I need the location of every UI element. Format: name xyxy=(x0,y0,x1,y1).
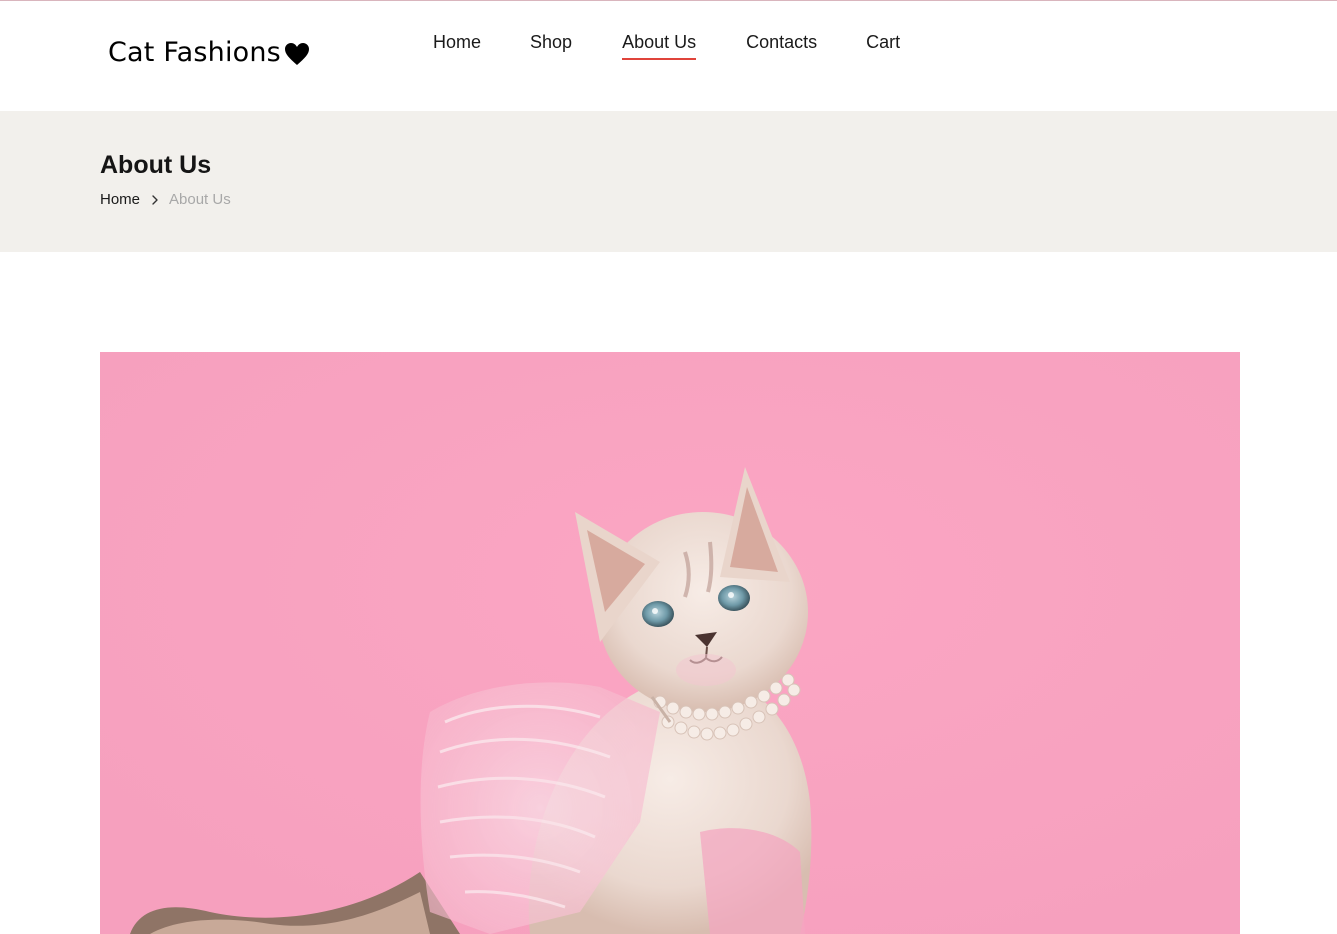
page: Cat Fashions Home Shop About Us Contacts… xyxy=(0,0,1337,934)
logo-text: Cat Fashions xyxy=(108,37,281,68)
nav-item-shop[interactable]: Shop xyxy=(530,32,572,60)
nav-item-cart[interactable]: Cart xyxy=(866,32,900,60)
nav-item-about-us[interactable]: About Us xyxy=(622,32,697,60)
heart-icon xyxy=(284,42,310,66)
site-header: Cat Fashions Home Shop About Us Contacts… xyxy=(0,1,1337,111)
breadcrumb: Home About Us xyxy=(100,191,231,208)
breadcrumb-current: About Us xyxy=(169,191,231,208)
site-logo[interactable]: Cat Fashions xyxy=(108,37,310,68)
nav-item-contacts[interactable]: Contacts xyxy=(746,32,817,60)
nav-item-home[interactable]: Home xyxy=(433,32,481,60)
chevron-right-icon xyxy=(148,193,162,207)
hero-image xyxy=(100,352,1240,934)
kitten-in-tutu-photo xyxy=(100,352,1240,934)
page-title: About Us xyxy=(100,151,212,179)
main-nav: Home Shop About Us Contacts Cart xyxy=(433,32,900,60)
breadcrumb-home-link[interactable]: Home xyxy=(100,191,140,208)
page-title-band: About Us Home About Us xyxy=(0,111,1337,252)
